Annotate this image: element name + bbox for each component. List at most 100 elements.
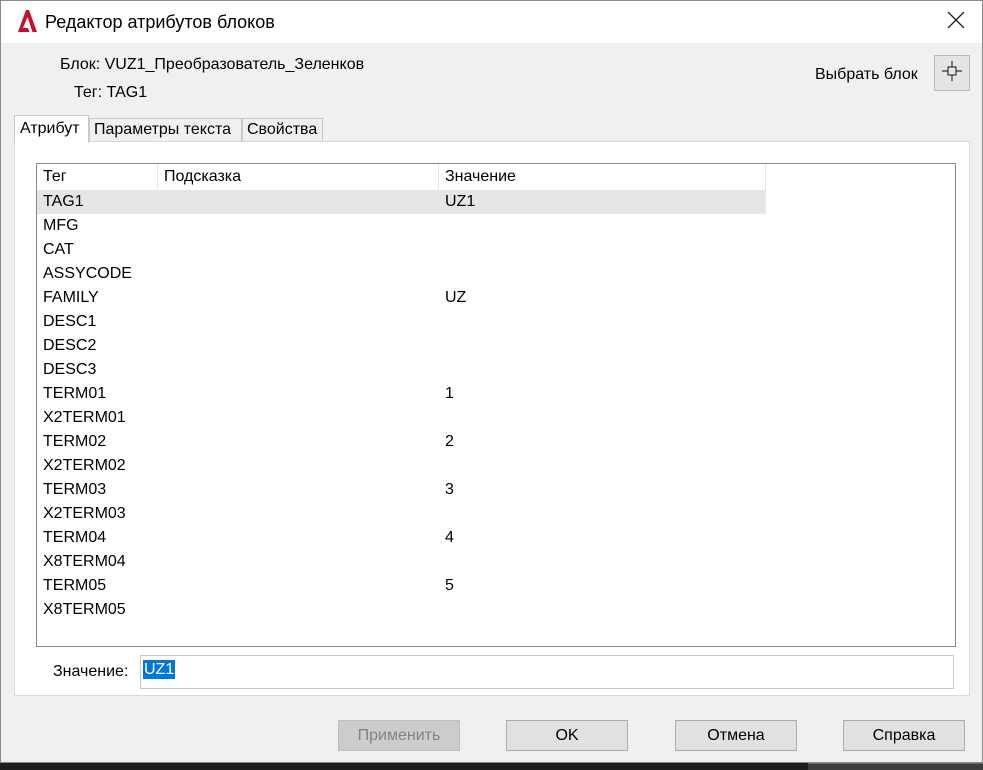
cell-tag: MFG [43, 217, 79, 234]
table-row[interactable]: CAT [37, 238, 766, 262]
cell-prompt [158, 526, 164, 550]
cell-value: UZ [445, 289, 467, 306]
table-row[interactable]: TERM04 4 [37, 526, 766, 550]
cell-value [439, 334, 445, 358]
attribute-list[interactable]: Тег Подсказка Значение TAG1 UZ1 MFG CAT ASSY… [36, 163, 956, 647]
cell-prompt [158, 286, 164, 310]
cell-value [439, 454, 445, 478]
table-row[interactable]: TERM03 3 [37, 478, 766, 502]
table-row[interactable]: FAMILY UZ [37, 286, 766, 310]
help-button[interactable]: Справка [843, 720, 965, 751]
cell-prompt [158, 478, 164, 502]
tag-name-label: Тег: TAG1 [74, 84, 148, 101]
cell-value [439, 502, 445, 526]
cell-prompt [158, 406, 164, 430]
table-row[interactable]: DESC1 [37, 310, 766, 334]
table-row[interactable]: X2TERM03 [37, 502, 766, 526]
column-header-value[interactable]: Значение [439, 164, 766, 190]
cell-prompt [158, 190, 164, 214]
cell-value: 2 [445, 433, 454, 450]
tab-properties[interactable]: Свойства [242, 118, 323, 142]
cell-value [439, 550, 445, 574]
table-row[interactable]: X2TERM01 [37, 406, 766, 430]
cell-value [439, 238, 445, 262]
cell-tag: TERM02 [43, 433, 107, 450]
table-row[interactable]: X8TERM05 [37, 598, 766, 622]
cell-value [439, 598, 445, 622]
cell-value [439, 310, 445, 334]
cell-value: 4 [445, 529, 454, 546]
cell-prompt [158, 550, 164, 574]
cancel-button[interactable]: Отмена [675, 720, 797, 751]
title-bar: Редактор атрибутов блоков [1, 1, 982, 43]
table-row[interactable]: TERM02 2 [37, 430, 766, 454]
table-row[interactable]: X8TERM04 [37, 550, 766, 574]
tab-attribute[interactable]: Атрибут [14, 115, 89, 143]
cell-tag: TERM03 [43, 481, 107, 498]
cell-value: 1 [445, 385, 454, 402]
tab-text-options[interactable]: Параметры текста [89, 118, 242, 142]
table-row[interactable]: ASSYCODE [37, 262, 766, 286]
value-input-text: UZ1 [143, 660, 176, 679]
cell-value [439, 406, 445, 430]
cell-tag: DESC2 [43, 337, 97, 354]
cell-tag: ASSYCODE [43, 265, 132, 282]
cell-prompt [158, 238, 164, 262]
cell-value [439, 214, 445, 238]
ok-button[interactable]: OK [506, 720, 628, 751]
cell-prompt [158, 358, 164, 382]
value-label: Значение: [53, 663, 129, 680]
cell-prompt [158, 310, 164, 334]
column-header-tag[interactable]: Тег [37, 164, 158, 190]
table-row[interactable]: MFG [37, 214, 766, 238]
cell-tag: TERM04 [43, 529, 107, 546]
cell-value: 3 [445, 481, 454, 498]
cell-tag: TAG1 [43, 193, 84, 210]
close-icon [947, 11, 965, 34]
cell-value: 5 [445, 577, 454, 594]
cell-prompt [158, 334, 164, 358]
tab-panel-attribute: Тег Подсказка Значение TAG1 UZ1 MFG CAT ASSY… [14, 141, 970, 696]
column-header-prompt[interactable]: Подсказка [158, 164, 439, 190]
cell-prompt [158, 214, 164, 238]
list-header: Тег Подсказка Значение [37, 164, 766, 190]
cell-prompt [158, 454, 164, 478]
cell-prompt [158, 430, 164, 454]
window-title: Редактор атрибутов блоков [45, 12, 275, 32]
cell-tag: DESC1 [43, 313, 97, 330]
table-row[interactable]: DESC2 [37, 334, 766, 358]
table-row[interactable]: TERM01 1 [37, 382, 766, 406]
cell-value [439, 358, 445, 382]
cell-tag: FAMILY [43, 289, 99, 306]
apply-button[interactable]: Применить [338, 720, 460, 751]
table-row[interactable]: X2TERM02 [37, 454, 766, 478]
cell-tag: X8TERM05 [43, 601, 126, 618]
cell-tag: TERM01 [43, 385, 107, 402]
value-input[interactable]: UZ1 [140, 655, 954, 689]
table-row[interactable]: TERM05 5 [37, 574, 766, 598]
cell-tag: X2TERM02 [43, 457, 126, 474]
cell-value [439, 262, 445, 286]
cell-prompt [158, 262, 164, 286]
table-row[interactable]: DESC3 [37, 358, 766, 382]
cell-tag: TERM05 [43, 577, 107, 594]
crosshair-icon [941, 60, 963, 87]
tab-properties-label: Свойства [247, 121, 318, 138]
tab-attribute-label: Атрибут [20, 120, 80, 137]
cell-prompt [158, 598, 164, 622]
tab-text-options-label: Параметры текста [94, 121, 232, 138]
cell-tag: X2TERM01 [43, 409, 126, 426]
autocad-a-icon [16, 9, 38, 33]
cell-value: UZ1 [445, 193, 476, 210]
cell-tag: DESC3 [43, 361, 97, 378]
cell-tag: X2TERM03 [43, 505, 126, 522]
cell-tag: CAT [43, 241, 74, 258]
pick-block-button[interactable] [934, 55, 970, 91]
cell-prompt [158, 502, 164, 526]
close-button[interactable] [931, 1, 981, 43]
cell-prompt [158, 574, 164, 598]
cell-prompt [158, 382, 164, 406]
block-name-label: Блок: VUZ1_Преобразователь_Зеленков [60, 56, 365, 73]
block-attribute-editor-dialog: Редактор атрибутов блоков Блок: VUZ1_Пре… [0, 0, 983, 763]
table-row[interactable]: TAG1 UZ1 [37, 190, 766, 214]
